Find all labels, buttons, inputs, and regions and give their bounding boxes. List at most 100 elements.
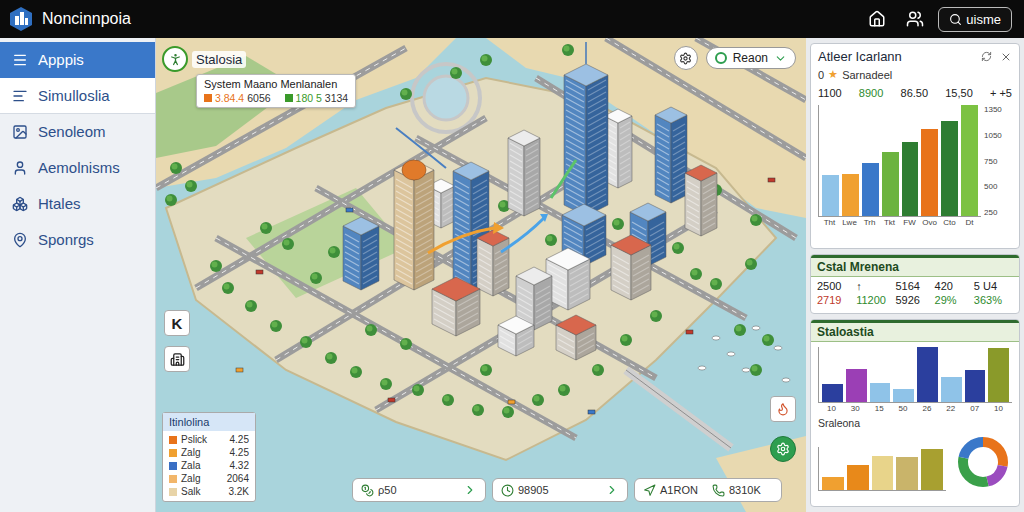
metric-cell: 29% bbox=[935, 294, 974, 306]
car bbox=[256, 270, 263, 274]
tree bbox=[710, 278, 722, 290]
tree bbox=[328, 246, 340, 258]
tree bbox=[260, 222, 272, 234]
entry-value: 3.84.4 bbox=[215, 92, 244, 104]
metrics-card: Cstal Mrenena2500↑51644205 U427191120059… bbox=[810, 254, 1020, 314]
gear-icon bbox=[776, 442, 790, 456]
sidebar-item[interactable]: Aemolnisms bbox=[0, 150, 155, 186]
sidebar-item-label: Sponrgs bbox=[38, 231, 94, 248]
tree bbox=[282, 238, 294, 250]
refresh-icon[interactable] bbox=[981, 51, 992, 62]
image-icon bbox=[12, 124, 28, 140]
axis-tick: 500 bbox=[984, 182, 1012, 191]
boat bbox=[742, 368, 750, 372]
building-icon bbox=[170, 352, 185, 367]
tree bbox=[400, 338, 412, 350]
boat bbox=[782, 378, 790, 382]
chart-bar bbox=[846, 369, 867, 402]
legend-value: 3.2K bbox=[228, 486, 249, 497]
metric-cell: 420 bbox=[935, 280, 974, 292]
tree bbox=[734, 324, 746, 336]
status-pill[interactable]: ρ50 bbox=[352, 478, 486, 502]
tree bbox=[210, 260, 222, 272]
chart-bar bbox=[882, 152, 899, 216]
tree bbox=[562, 44, 574, 56]
dropdown-value: Reaon bbox=[733, 51, 768, 65]
settings-button[interactable] bbox=[674, 46, 698, 70]
top-bar: Noncinnpoia uisme bbox=[0, 0, 1024, 38]
flow-arrow bbox=[551, 160, 576, 198]
pill-value: ρ50 bbox=[378, 484, 397, 496]
tree bbox=[400, 88, 412, 100]
axis-label: 15 bbox=[869, 404, 890, 413]
star: ★ bbox=[828, 68, 838, 81]
metric-cell: 5 U4 bbox=[974, 280, 1013, 292]
chart-bar bbox=[941, 377, 962, 402]
sidebar-item[interactable]: Simulloslia bbox=[0, 78, 155, 114]
building bbox=[546, 248, 590, 310]
stat-value: 1100 bbox=[818, 87, 842, 99]
tree bbox=[380, 378, 392, 390]
app-title: Noncinnpoia bbox=[42, 10, 131, 28]
search-button[interactable]: uisme bbox=[938, 7, 1012, 32]
home-button[interactable] bbox=[862, 4, 892, 34]
legend-value: 4.25 bbox=[230, 447, 249, 458]
phone-icon bbox=[712, 484, 725, 497]
tool-button[interactable]: K bbox=[164, 310, 190, 336]
building bbox=[556, 315, 596, 360]
status-pill[interactable]: 98905 bbox=[492, 478, 628, 502]
sidebar-item[interactable]: Apppis bbox=[0, 42, 155, 78]
axis-label: Tht bbox=[821, 218, 838, 227]
car bbox=[588, 410, 595, 414]
chart-card: Atleer Icarlann0★Sarnadeel1100890086.501… bbox=[810, 43, 1020, 249]
chart-bar bbox=[902, 142, 919, 216]
flow-arrow bbox=[396, 128, 446, 168]
color-swatch bbox=[204, 94, 212, 102]
boat bbox=[774, 346, 782, 350]
building bbox=[498, 316, 534, 356]
donut-chart bbox=[954, 433, 1012, 491]
sidebar-item[interactable]: Sponrgs bbox=[0, 222, 155, 258]
chart-bar bbox=[862, 163, 879, 216]
axis-label: FW bbox=[901, 218, 918, 227]
legend-label: Pslick bbox=[181, 434, 226, 445]
card-subtitle: Sarnadeel bbox=[842, 69, 892, 81]
status-pill[interactable]: A1RON8310K bbox=[634, 478, 782, 502]
donut-segment bbox=[963, 442, 1003, 482]
tree bbox=[690, 268, 702, 280]
sidebar-item[interactable]: Senoleom bbox=[0, 114, 155, 150]
gear-button[interactable] bbox=[770, 436, 796, 462]
info-title: Stalosia bbox=[192, 51, 246, 68]
stat-value: + +5 bbox=[990, 87, 1012, 99]
region-dropdown[interactable]: Reaon bbox=[706, 47, 796, 69]
app-window: Noncinnpoia uisme ApppisSimullosliaSenoleo… bbox=[0, 0, 1024, 512]
building-tool-button[interactable] bbox=[164, 346, 190, 372]
building bbox=[508, 130, 540, 216]
axis-tick: 1350 bbox=[984, 105, 1012, 114]
chart-bar bbox=[893, 389, 914, 402]
tree bbox=[592, 364, 604, 376]
axis-tick: 1050 bbox=[984, 131, 1012, 140]
users-button[interactable] bbox=[900, 4, 930, 34]
logo-icon bbox=[8, 6, 34, 32]
bar-chart: 13501050750500250ThtLweTrhTktFWOvoCtoDt bbox=[818, 105, 1012, 227]
chart-bar bbox=[988, 348, 1009, 402]
close-icon[interactable] bbox=[1000, 51, 1012, 63]
entry-detail: 6056 bbox=[247, 92, 270, 104]
fire-button[interactable] bbox=[770, 396, 796, 422]
axis-label: 22 bbox=[940, 404, 961, 413]
pin-icon bbox=[12, 232, 28, 248]
legend-swatch bbox=[169, 475, 177, 483]
map-area: StalosiaSystem Maano Menlanalen3.84.4605… bbox=[156, 38, 806, 512]
flow-arrow bbox=[428, 228, 494, 253]
metric-cell: ↑ bbox=[856, 280, 895, 292]
subtitle-marker: 0 bbox=[818, 69, 824, 81]
sidebar-item[interactable]: Htales bbox=[0, 186, 155, 222]
legend-value: 4.32 bbox=[230, 460, 249, 471]
chart-bar bbox=[921, 129, 938, 216]
card-title: Cstal Mrenena bbox=[811, 255, 1019, 277]
gear-icon bbox=[679, 52, 692, 65]
section-title: Sraleona bbox=[818, 417, 1012, 429]
car bbox=[236, 368, 243, 372]
tree bbox=[762, 334, 774, 346]
